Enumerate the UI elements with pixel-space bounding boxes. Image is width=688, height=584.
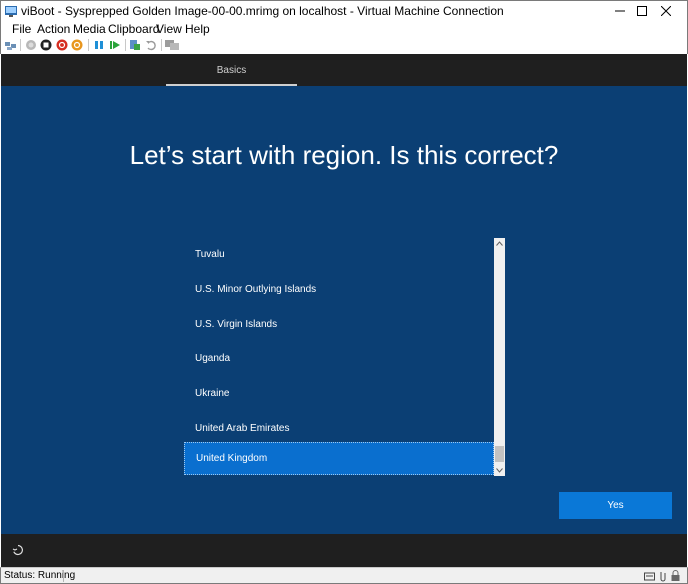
menu-action[interactable]: Action (37, 22, 70, 36)
status-bar: Status: Running (0, 567, 688, 584)
ctrl-alt-del-button[interactable] (4, 38, 18, 52)
checkpoint-button[interactable] (128, 38, 142, 52)
status-text: Status: Running (4, 570, 76, 581)
save-state-icon (71, 39, 83, 51)
list-item-tuvalu[interactable]: Tuvalu (184, 238, 494, 271)
menu-clipboard[interactable]: Clipboard (108, 22, 159, 36)
menu-bar: File Action Media Clipboard View Help (0, 20, 688, 37)
pause-button[interactable] (92, 38, 106, 52)
title-bar: viBoot - Sysprepped Golden Image-00-00.m… (0, 0, 688, 20)
close-icon (661, 6, 671, 16)
resume-icon (110, 41, 120, 49)
turn-off-icon (40, 39, 52, 51)
oobe-top-bar: Basics (1, 54, 687, 86)
pause-icon (95, 41, 103, 49)
toolbar-separator (125, 39, 126, 51)
menu-file[interactable]: File (12, 22, 31, 36)
window-title: viBoot - Sysprepped Golden Image-00-00.m… (21, 4, 504, 18)
shut-down-button[interactable] (55, 38, 69, 52)
list-item-uganda[interactable]: Uganda (184, 342, 494, 375)
revert-button[interactable] (144, 38, 158, 52)
menu-media[interactable]: Media (73, 22, 106, 36)
enhanced-session-icon (165, 40, 179, 50)
scroll-up-button[interactable] (494, 238, 505, 249)
menu-help[interactable]: Help (185, 22, 210, 36)
tab-basics: Basics (166, 54, 297, 86)
revert-icon (146, 40, 156, 51)
region-list[interactable]: Tuvalu U.S. Minor Outlying Islands U.S. … (184, 238, 505, 476)
toolbar (0, 37, 688, 54)
shut-down-icon (56, 39, 68, 51)
tab-underline (166, 84, 297, 86)
list-item-us-virgin-islands[interactable]: U.S. Virgin Islands (184, 308, 494, 341)
status-divider (63, 570, 64, 582)
tab-basics-label: Basics (216, 64, 247, 76)
enhanced-session-button[interactable] (165, 38, 179, 52)
close-button[interactable] (643, 1, 688, 21)
yes-button[interactable]: Yes (559, 492, 672, 519)
attachment-icon (660, 572, 666, 582)
keyboard-icon (644, 572, 655, 581)
page-title: Let’s start with region. Is this correct… (129, 140, 559, 170)
toolbar-separator (161, 39, 162, 51)
scroll-thumb[interactable] (495, 446, 504, 462)
chevron-down-icon (496, 468, 503, 473)
chevron-up-icon (496, 241, 503, 246)
start-button[interactable] (24, 38, 38, 52)
save-state-button[interactable] (70, 38, 84, 52)
toolbar-separator (88, 39, 89, 51)
vm-screen[interactable]: Basics Let’s start with region. Is this … (1, 54, 687, 567)
viboot-app-icon (5, 6, 17, 17)
list-scrollbar[interactable] (494, 238, 505, 476)
checkpoint-icon (130, 40, 140, 50)
start-icon (26, 40, 36, 50)
toolbar-separator (20, 39, 21, 51)
ctrl-alt-del-icon (5, 42, 16, 50)
ease-of-access-icon[interactable] (12, 544, 24, 556)
list-item-us-minor-outlying-islands[interactable]: U.S. Minor Outlying Islands (184, 273, 494, 306)
list-item-ukraine[interactable]: Ukraine (184, 377, 494, 410)
resume-button[interactable] (108, 38, 122, 52)
scroll-down-button[interactable] (494, 465, 505, 476)
oobe-bottom-bar (1, 534, 687, 567)
list-item-united-arab-emirates[interactable]: United Arab Emirates (184, 412, 494, 445)
lock-icon (671, 570, 680, 581)
turn-off-button[interactable] (39, 38, 53, 52)
list-item-united-kingdom-selected[interactable]: United Kingdom (184, 442, 494, 475)
menu-view[interactable]: View (156, 22, 182, 36)
